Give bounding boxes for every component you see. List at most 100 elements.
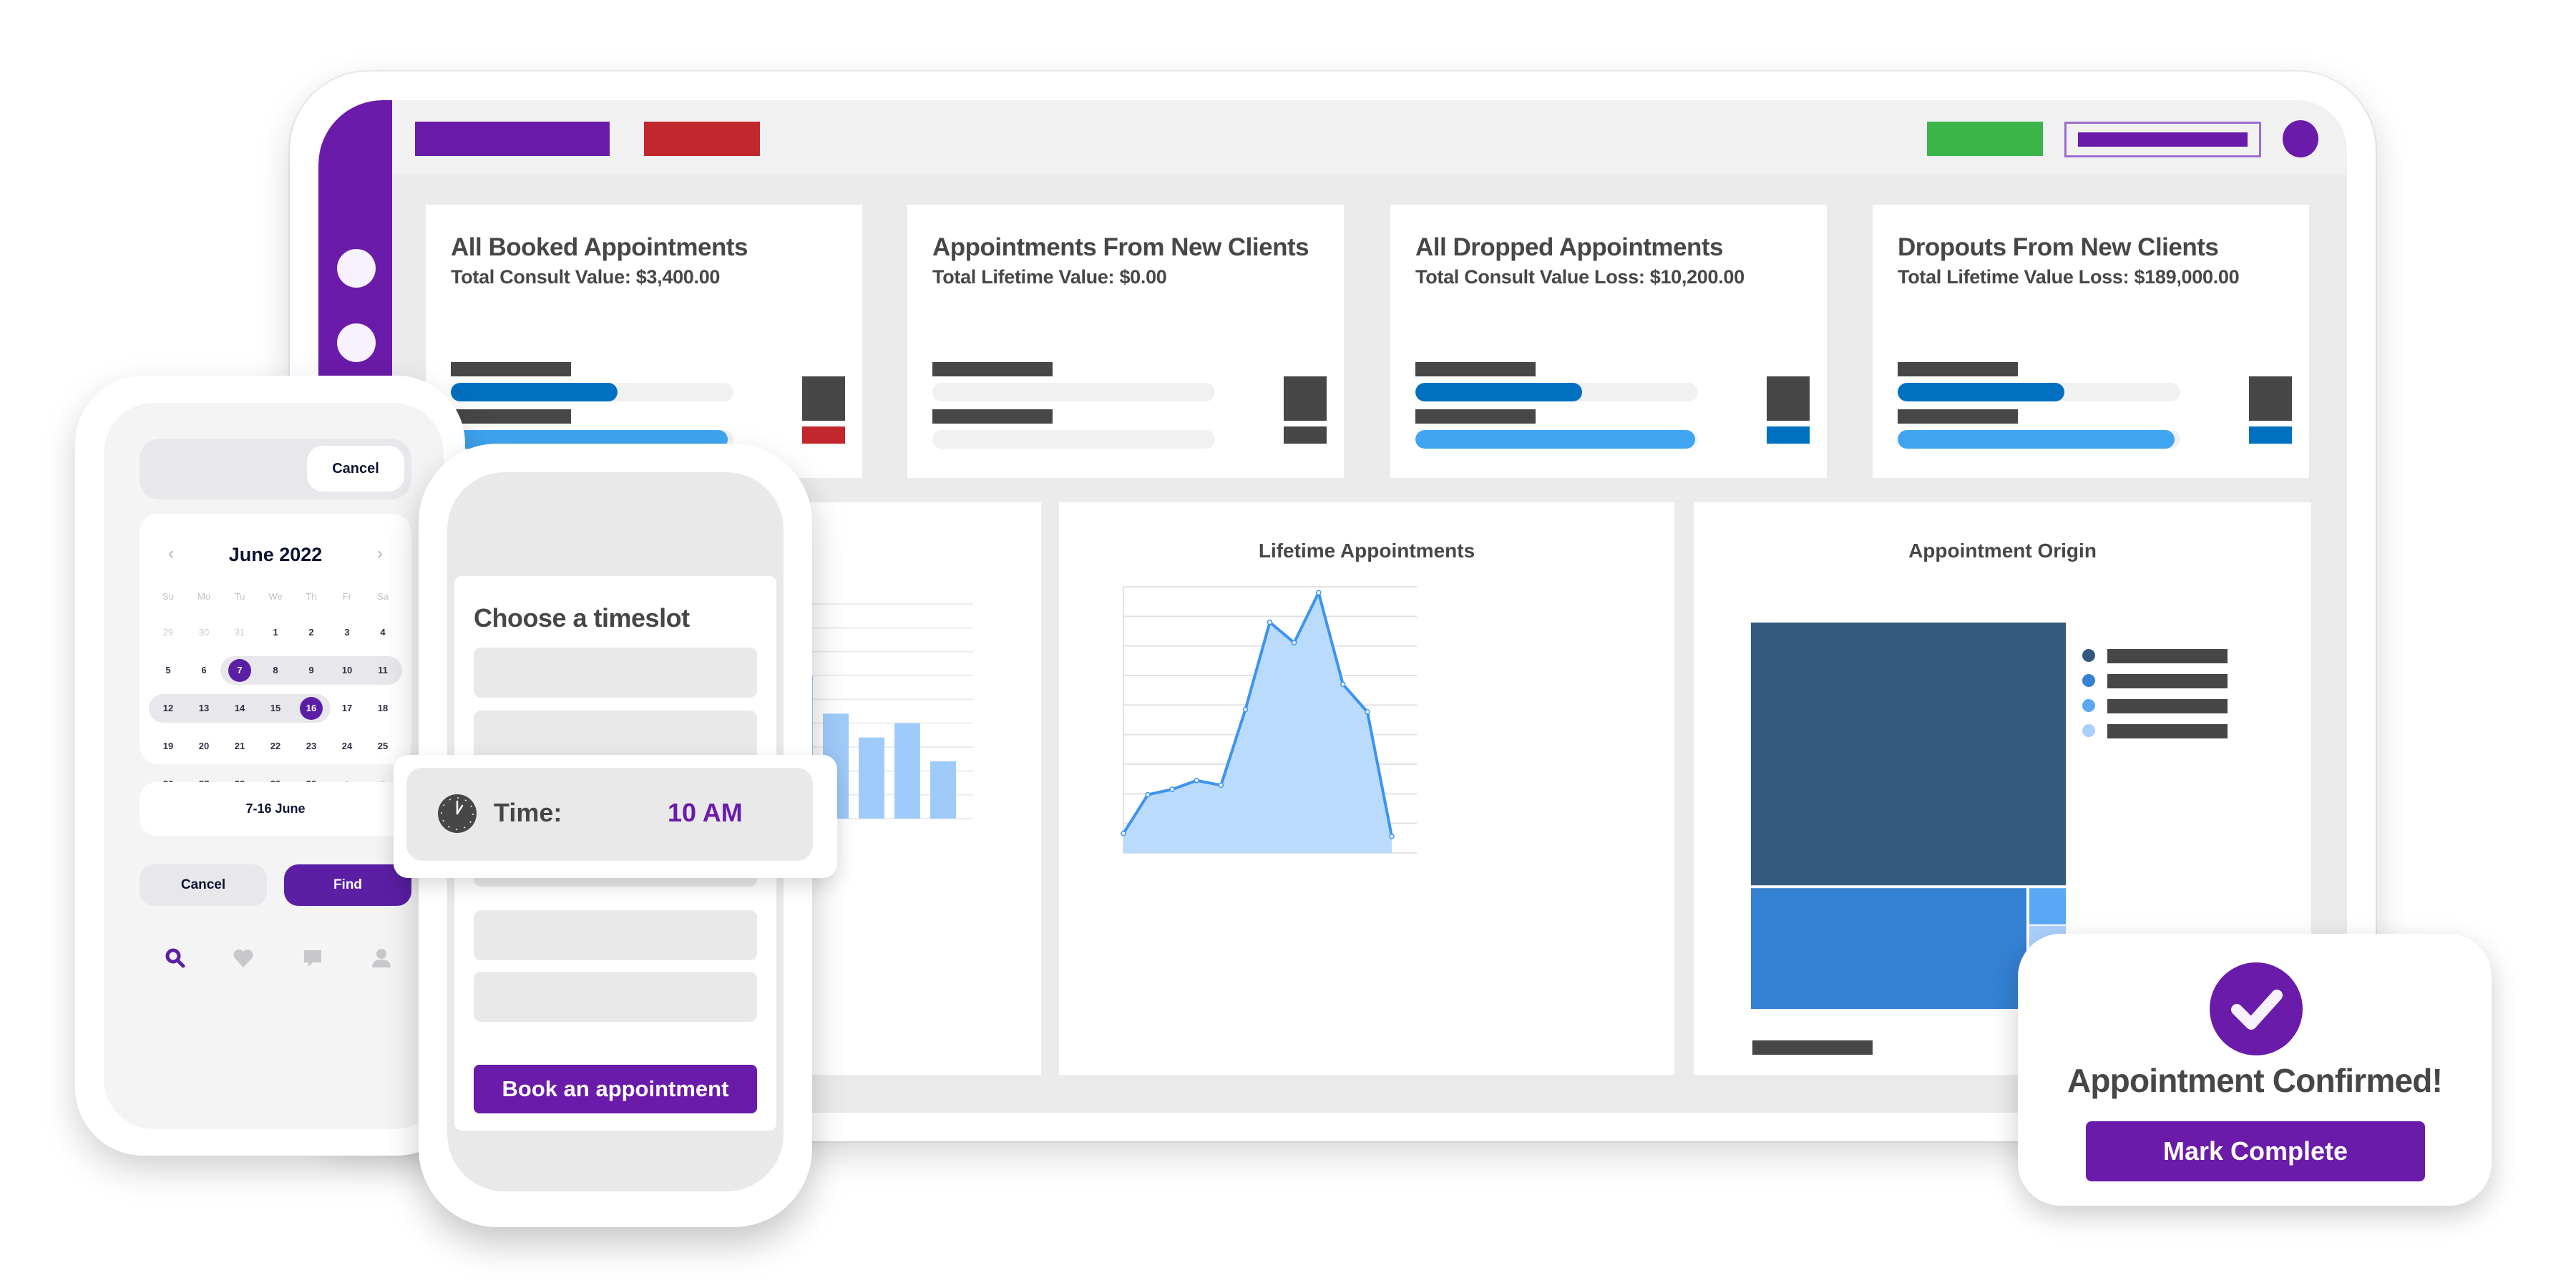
kpi-indicator-placeholder: [1767, 376, 1810, 421]
mark-complete-button[interactable]: Mark Complete: [2086, 1121, 2425, 1181]
kpi-bar-label-placeholder: [1415, 409, 1536, 424]
bar: [930, 761, 956, 819]
sidebar-nav-item-2[interactable]: [337, 323, 376, 362]
calendar-day[interactable]: 5: [152, 659, 185, 682]
timeslot-option[interactable]: [474, 711, 757, 761]
kpi-card[interactable]: All Dropped Appointments Total Consult V…: [1390, 205, 1827, 478]
kpi-indicator-swatch: [1767, 426, 1810, 444]
time-value: 10 AM: [668, 798, 743, 827]
time-selection-popup: Time: 10 AM: [394, 755, 837, 878]
account-button-placeholder[interactable]: [2064, 122, 2261, 157]
month-label: June 2022: [228, 544, 323, 565]
timeslot-option[interactable]: [474, 972, 757, 1022]
calendar-day[interactable]: 15: [259, 697, 292, 720]
calendar-day[interactable]: 30: [187, 621, 220, 644]
calendar-day[interactable]: 25: [366, 735, 399, 758]
profile-icon[interactable]: [367, 944, 396, 972]
data-point: [1291, 640, 1297, 645]
calendar-day[interactable]: 19: [152, 735, 185, 758]
kpi-title: Appointments From New Clients: [932, 233, 1309, 261]
status-button-placeholder[interactable]: [1927, 122, 2043, 156]
calendar-day[interactable]: 29: [152, 621, 185, 644]
search-cancel-button[interactable]: Cancel: [307, 446, 404, 492]
book-appointment-button[interactable]: Book an appointment: [474, 1065, 757, 1113]
data-point: [1315, 590, 1322, 596]
calendar-day[interactable]: 17: [331, 697, 364, 720]
search-bar[interactable]: Cancel: [140, 439, 411, 499]
app-logo-placeholder[interactable]: [415, 122, 610, 156]
calendar-day[interactable]: 3: [331, 621, 364, 644]
calendar-day[interactable]: 1: [259, 621, 292, 644]
kpi-card[interactable]: Dropouts From New Clients Total Lifetime…: [1873, 205, 2309, 478]
search-icon[interactable]: [161, 944, 190, 972]
timeslot-option[interactable]: [474, 910, 757, 960]
cancel-button[interactable]: Cancel: [140, 864, 267, 906]
kpi-bar-label-placeholder: [451, 409, 571, 424]
weekday-label: Su: [162, 591, 174, 602]
kpi-progress-fill: [1415, 430, 1696, 449]
kpi-progress-track: [932, 430, 1215, 449]
calendar-day[interactable]: 22: [259, 735, 292, 758]
kpi-indicator-swatch: [2249, 426, 2292, 444]
kpi-progress-track: [1415, 430, 1698, 449]
kpi-bar-label-placeholder: [932, 362, 1053, 376]
kpi-title: Dropouts From New Clients: [1898, 233, 2219, 261]
kpi-subtitle: Total Consult Value: $3,400.00: [451, 266, 721, 288]
calendar-day[interactable]: 10: [331, 659, 364, 682]
kpi-progress-fill: [1898, 430, 2175, 449]
calendar-day[interactable]: 13: [187, 697, 220, 720]
calendar-day[interactable]: 2: [295, 621, 328, 644]
kpi-title: All Booked Appointments: [451, 233, 748, 261]
kpi-subtitle: Total Consult Value Loss: $10,200.00: [1415, 266, 1745, 288]
kpi-subtitle: Total Lifetime Value Loss: $189,000.00: [1898, 266, 2240, 288]
kpi-subtitle: Total Lifetime Value: $0.00: [932, 266, 1167, 288]
calendar-day[interactable]: 4: [366, 621, 399, 644]
heart-icon[interactable]: [229, 944, 258, 972]
kpi-indicator-swatch: [802, 426, 845, 444]
kpi-progress-track: [451, 383, 733, 401]
calendar-day[interactable]: 23: [295, 735, 328, 758]
kpi-card[interactable]: All Booked Appointments Total Consult Va…: [426, 205, 862, 478]
next-month-icon[interactable]: ›: [377, 544, 383, 564]
calendar-day[interactable]: 12: [152, 697, 185, 720]
calendar-day[interactable]: 11: [366, 659, 399, 682]
data-point: [1365, 709, 1370, 715]
calendar-day[interactable]: 8: [259, 659, 292, 682]
kpi-card[interactable]: Appointments From New Clients Total Life…: [907, 205, 1344, 478]
legend-marker: [2082, 724, 2095, 737]
calendar-day[interactable]: 24: [331, 735, 364, 758]
time-selection-field[interactable]: Time: 10 AM: [406, 768, 813, 861]
data-point: [1242, 706, 1249, 713]
avatar[interactable]: [2283, 120, 2318, 157]
sidebar-nav-item-1[interactable]: [337, 249, 376, 288]
bar: [894, 723, 920, 819]
legend-marker: [2082, 649, 2095, 662]
calendar-day[interactable]: 7: [223, 659, 256, 682]
kpi-bar-label-placeholder: [1415, 362, 1536, 376]
area-chart-panel: Lifetime Appointments: [1059, 502, 1674, 1075]
calendar-day[interactable]: 18: [366, 697, 399, 720]
date-picker: ‹ June 2022 › Su Mo Tu We Th Fr Sa 29 30 31 1 2 3 4 5 6…: [140, 514, 411, 789]
calendar-day[interactable]: 16: [295, 697, 328, 720]
calendar-day[interactable]: 14: [223, 697, 256, 720]
alert-tag-placeholder[interactable]: [644, 122, 760, 156]
weekday-label: Sa: [377, 591, 389, 602]
check-icon: [2210, 962, 2303, 1055]
data-point: [1389, 834, 1395, 839]
calendar-day[interactable]: 9: [295, 659, 328, 682]
calendar-day[interactable]: 21: [223, 735, 256, 758]
chat-icon[interactable]: [298, 944, 327, 972]
find-button[interactable]: Find: [284, 864, 411, 906]
legend-marker: [2082, 674, 2095, 687]
kpi-progress-track: [932, 383, 1215, 401]
kpi-progress-fill: [451, 383, 618, 401]
calendar-day[interactable]: 31: [223, 621, 256, 644]
timeslot-option[interactable]: [474, 648, 757, 698]
kpi-progress-fill: [1415, 383, 1583, 401]
weekday-label: Mo: [197, 591, 211, 602]
calendar-day[interactable]: 20: [187, 735, 220, 758]
area-chart: [1121, 586, 1417, 854]
calendar-day[interactable]: 6: [187, 659, 220, 682]
legend-label-placeholder: [2107, 674, 2228, 688]
kpi-bar-label-placeholder: [451, 362, 571, 376]
